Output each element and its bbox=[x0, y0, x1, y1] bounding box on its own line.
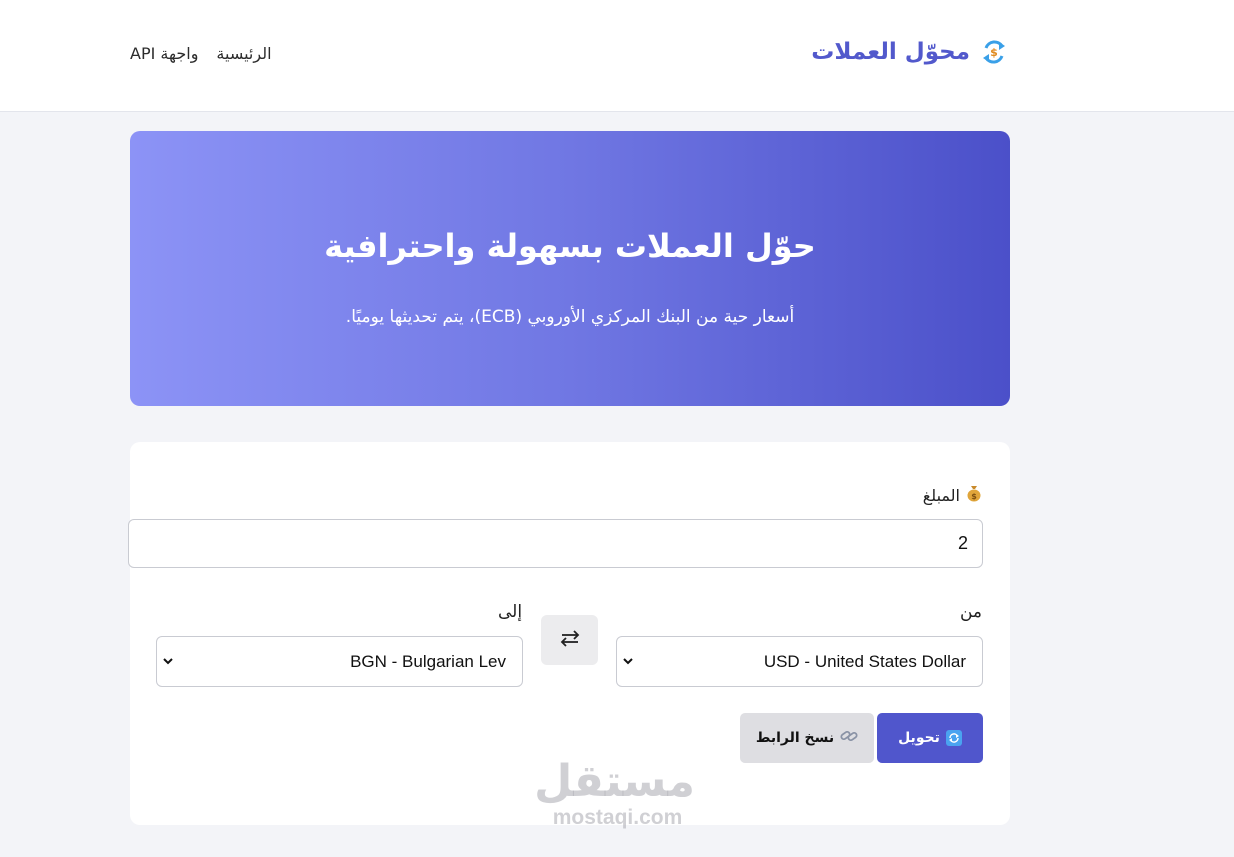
from-currency-value: USD - United States Dollar bbox=[763, 651, 966, 671]
hero-subtitle: أسعار حية من البنك المركزي الأوروبي (ECB… bbox=[345, 307, 795, 327]
hero-title: حوّل العملات بسهولة واحترافية bbox=[324, 227, 816, 265]
swap-currencies-button[interactable] bbox=[541, 615, 598, 665]
chevron-down-icon bbox=[163, 655, 177, 668]
converter-card: $ المبلغ من إلى USD - United States Doll… bbox=[128, 442, 1010, 825]
chevron-down-icon bbox=[623, 655, 637, 668]
copy-link-button-label: نسخ الرابط bbox=[755, 730, 835, 746]
link-icon bbox=[840, 728, 858, 748]
main-nav: الرئيسية واجهة API bbox=[130, 44, 272, 63]
amount-label: $ المبلغ bbox=[923, 484, 982, 506]
currency-exchange-icon: $ bbox=[980, 38, 1008, 66]
brand-title: محوّل العملات bbox=[811, 39, 970, 65]
from-currency-select[interactable]: USD - United States Dollar bbox=[616, 636, 983, 687]
svg-text:$: $ bbox=[971, 492, 977, 501]
brand[interactable]: $ محوّل العملات bbox=[811, 38, 1008, 66]
amount-label-text: المبلغ bbox=[922, 485, 960, 505]
amount-input[interactable] bbox=[128, 519, 983, 568]
hero-banner: حوّل العملات بسهولة واحترافية أسعار حية … bbox=[130, 131, 1010, 406]
top-navbar: $ محوّل العملات الرئيسية واجهة API bbox=[0, 0, 1234, 112]
money-bag-icon: $ bbox=[966, 484, 982, 506]
convert-button-label: تحويل bbox=[898, 730, 940, 746]
svg-text:$: $ bbox=[990, 46, 998, 59]
to-currency-select[interactable]: BGN - Bulgarian Lev bbox=[156, 636, 523, 687]
swap-arrows-icon bbox=[559, 627, 581, 653]
nav-link-api[interactable]: واجهة API bbox=[130, 44, 198, 63]
refresh-icon bbox=[945, 730, 962, 746]
copy-link-button[interactable]: نسخ الرابط bbox=[740, 713, 874, 763]
convert-button[interactable]: تحويل bbox=[877, 713, 983, 763]
from-label: من bbox=[959, 602, 982, 622]
to-label: إلى bbox=[498, 602, 523, 622]
nav-link-home[interactable]: الرئيسية bbox=[216, 44, 271, 63]
to-currency-value: BGN - Bulgarian Lev bbox=[350, 651, 506, 671]
